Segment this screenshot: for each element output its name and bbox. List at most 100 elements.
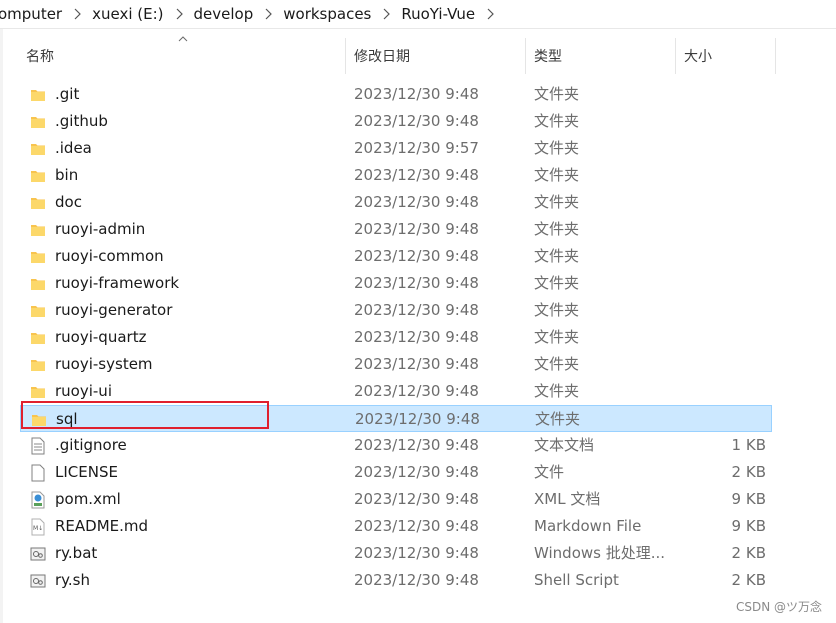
column-header-name-label: 名称 [26,49,54,65]
file-row[interactable]: pom.xml 2023/12/30 9:48 XML 文档 9 KB [20,486,772,513]
folder-icon [30,378,48,405]
file-row[interactable]: ruoyi-ui 2023/12/30 9:48 文件夹 [20,378,772,405]
file-row[interactable]: doc 2023/12/30 9:48 文件夹 [20,189,772,216]
file-name: ruoyi-admin [55,220,146,238]
file-row[interactable]: sql 2023/12/30 9:48 文件夹 [20,405,772,432]
file-row[interactable]: ry.bat 2023/12/30 9:48 Windows 批处理... 2 KB [20,540,772,567]
chevron-right-icon[interactable] [479,7,501,22]
file-date: 2023/12/30 9:48 [354,274,479,292]
file-name: ry.sh [55,571,90,589]
chevron-right-icon[interactable] [375,7,397,22]
folder-icon [30,243,48,270]
file-date: 2023/12/30 9:48 [354,247,479,265]
chevron-right-icon[interactable] [168,7,190,22]
file-name: doc [55,193,82,211]
file-type: 文件夹 [534,301,580,319]
file-date: 2023/12/30 9:48 [354,220,479,238]
file-row[interactable]: ruoyi-system 2023/12/30 9:48 文件夹 [20,351,772,378]
column-header-size[interactable]: 大小 [676,38,776,74]
file-type: 文件夹 [534,382,580,400]
file-row[interactable]: .idea 2023/12/30 9:57 文件夹 [20,135,772,162]
column-header-type[interactable]: 类型 [526,38,676,74]
file-name: .gitignore [55,436,127,454]
folder-icon [30,351,48,378]
file-type: 文件夹 [534,328,580,346]
file-date: 2023/12/30 9:48 [354,517,479,535]
file-row[interactable]: ry.sh 2023/12/30 9:48 Shell Script 2 KB [20,567,772,594]
file-date: 2023/12/30 9:48 [354,463,479,481]
breadcrumb-item[interactable]: omputer [0,5,66,23]
text-document-icon [30,432,48,459]
file-type: 文件夹 [534,247,580,265]
folder-icon [30,189,48,216]
file-name: ry.bat [55,544,98,562]
file-name: .idea [55,139,92,157]
file-date: 2023/12/30 9:48 [354,382,479,400]
column-header-date-label: 修改日期 [354,49,410,65]
file-name: pom.xml [55,490,121,508]
file-date: 2023/12/30 9:48 [354,436,479,454]
file-name: ruoyi-generator [55,301,173,319]
file-row[interactable]: .gitignore 2023/12/30 9:48 文本文档 1 KB [20,432,772,459]
column-header-date[interactable]: 修改日期 [346,38,526,74]
file-row[interactable]: .git 2023/12/30 9:48 文件夹 [20,81,772,108]
file-type: 文件夹 [534,193,580,211]
file-row[interactable]: ruoyi-common 2023/12/30 9:48 文件夹 [20,243,772,270]
file-date: 2023/12/30 9:48 [354,355,479,373]
file-size: 9 KB [731,517,766,535]
file-type: Markdown File [534,517,642,535]
xml-file-icon [30,486,48,513]
file-size: 2 KB [731,463,766,481]
file-type: XML 文档 [534,490,601,508]
file-name: bin [55,166,79,184]
file-type: 文件 [534,463,565,481]
address-breadcrumb[interactable]: omputer xuexi (E:) develop workspaces RuoYi-… [0,0,836,29]
file-row[interactable]: ruoyi-quartz 2023/12/30 9:48 文件夹 [20,324,772,351]
chevron-right-icon[interactable] [257,7,279,22]
column-header-name[interactable]: 名称 [18,36,346,74]
file-date: 2023/12/30 9:48 [354,544,479,562]
blank-file-icon [30,459,48,486]
script-file-icon [30,540,48,567]
breadcrumb-item[interactable]: RuoYi-Vue [397,5,479,23]
file-type: Shell Script [534,571,619,589]
file-name: .git [55,85,80,103]
breadcrumb-item[interactable]: develop [190,5,258,23]
folder-icon [31,406,49,433]
file-name: sql [56,410,78,428]
file-row[interactable]: .github 2023/12/30 9:48 文件夹 [20,108,772,135]
file-date: 2023/12/30 9:48 [354,571,479,589]
file-name: ruoyi-quartz [55,328,147,346]
file-type: 文本文档 [534,436,595,454]
column-header-size-label: 大小 [684,49,712,65]
folder-icon [30,297,48,324]
file-name: README.md [55,517,149,535]
file-date: 2023/12/30 9:48 [354,112,479,130]
file-type: 文件夹 [534,355,580,373]
chevron-right-icon[interactable] [66,7,88,22]
file-list: .git 2023/12/30 9:48 文件夹 .github 2023/12/30 … [20,81,772,594]
file-date: 2023/12/30 9:48 [354,166,479,184]
file-row[interactable]: M↓ README.md 2023/12/30 9:48 Markdown File 9… [20,513,772,540]
file-row[interactable]: ruoyi-framework 2023/12/30 9:48 文件夹 [20,270,772,297]
file-type: 文件夹 [534,85,580,103]
file-name: .github [55,112,108,130]
folder-icon [30,135,48,162]
file-type: 文件夹 [534,139,580,157]
breadcrumb-item[interactable]: workspaces [279,5,375,23]
file-row[interactable]: ruoyi-generator 2023/12/30 9:48 文件夹 [20,297,772,324]
column-header-row: 名称 修改日期 类型 大小 [18,36,836,74]
svg-text:M↓: M↓ [33,525,43,532]
file-size: 1 KB [731,436,766,454]
file-row[interactable]: ruoyi-admin 2023/12/30 9:48 文件夹 [20,216,772,243]
file-type: Windows 批处理... [534,544,666,562]
sort-ascending-icon [178,34,188,45]
breadcrumb-item[interactable]: xuexi (E:) [88,5,167,23]
folder-icon [30,216,48,243]
file-row[interactable]: bin 2023/12/30 9:48 文件夹 [20,162,772,189]
file-row[interactable]: LICENSE 2023/12/30 9:48 文件 2 KB [20,459,772,486]
file-name: ruoyi-ui [55,382,112,400]
file-size: 2 KB [731,544,766,562]
script-file-icon [30,567,48,594]
file-date: 2023/12/30 9:57 [354,139,479,157]
